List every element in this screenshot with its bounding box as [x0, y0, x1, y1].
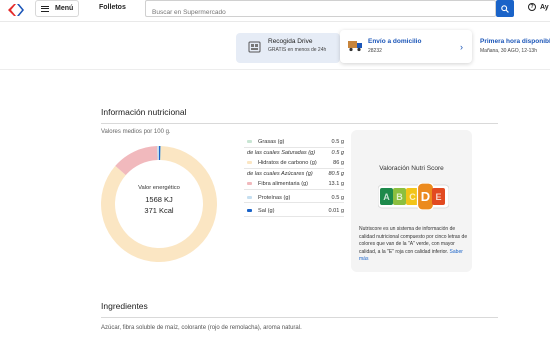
nutrient-subrow: de las cuales Azúcares (g) 80.5 g	[247, 170, 344, 177]
energy-kcal: 371 Kcal	[144, 206, 174, 215]
nutrient-row: Grasas (g) 0.5 g	[244, 137, 344, 148]
first-slot-time: Mañana, 30 AGO, 12-13h	[480, 48, 537, 54]
donut-slice	[115, 146, 158, 176]
top-bar: Menú Folletos ? Ay	[0, 0, 550, 22]
legend-swatch	[247, 161, 252, 164]
menu-button[interactable]: Menú	[35, 0, 79, 17]
chevron-right-icon[interactable]: ›	[460, 42, 463, 52]
nutrition-note: Valores medios por 100 g.	[101, 129, 171, 135]
first-slot[interactable]: Primera hora disponible Mañana, 30 AGO, …	[480, 38, 550, 54]
nutrient-row: Fibra alimentaria (g) 13.1 g	[244, 179, 344, 190]
pickup-option[interactable]: Recogida Drive GRATIS en menos de 24h	[236, 33, 340, 63]
legend-swatch	[247, 209, 252, 212]
nutriscore-title: Valoración Nutri Score	[379, 165, 444, 172]
search-input[interactable]	[146, 5, 495, 20]
legend-swatch	[247, 140, 252, 143]
search-button[interactable]	[496, 0, 514, 17]
menu-label: Menú	[55, 5, 74, 12]
first-slot-title: Primera hora disponible	[480, 38, 550, 45]
nutriscore-letter-a: A	[383, 192, 390, 202]
delivery-options: Recogida Drive GRATIS en menos de 24h En…	[0, 30, 550, 66]
home-delivery-title: Envío a domicilio	[368, 38, 422, 45]
energy-label: Valor energético	[138, 185, 180, 191]
nutrient-row: Sal (g) 0.01 g	[244, 206, 344, 217]
nutriscore-letter-b: B	[396, 192, 403, 202]
pickup-subtitle: GRATIS en menos de 24h	[268, 47, 327, 53]
nutriscore-card: Valoración Nutri Score ABCDE Nutriscore …	[351, 130, 472, 272]
divider	[0, 69, 550, 70]
legend-swatch	[247, 195, 252, 199]
nutriscore-description: Nutriscore es un sistema de información …	[359, 226, 468, 262]
postcode: 28232	[368, 48, 382, 54]
ingredients-title: Ingredientes	[101, 301, 148, 311]
nutrition-title: Información nutricional	[101, 107, 187, 117]
search-box[interactable]	[145, 0, 496, 20]
nutriscore-letter-e: E	[435, 192, 441, 202]
drive-locker-icon	[248, 41, 261, 53]
home-delivery-option[interactable]: Envío a domicilio 28232	[340, 30, 472, 63]
delivery-truck-icon	[348, 41, 362, 52]
divider	[101, 123, 498, 124]
carrefour-logo[interactable]	[6, 3, 24, 17]
help-icon: ?	[528, 3, 536, 11]
pickup-title: Recogida Drive	[268, 38, 313, 45]
ingredients-text: Azúcar, fibra soluble de maíz, colorante…	[101, 325, 302, 331]
nutriscore-letter-c: C	[409, 192, 416, 202]
nutrition-table: Grasas (g) 0.5 g de las cuales Saturadas…	[244, 137, 344, 217]
help-link[interactable]: ? Ay	[528, 3, 549, 11]
folletos-link[interactable]: Folletos	[99, 4, 126, 11]
nutrient-subrow: de las cuales Saturadas (g) 0.5 g	[247, 149, 344, 156]
search-icon	[501, 4, 509, 13]
energy-summary: Valor energético 1568 KJ 371 Kcal	[101, 185, 217, 215]
hamburger-icon	[41, 4, 49, 13]
nutriscore-letter-d: D	[421, 189, 430, 204]
nutrient-row: Hidratos de carbono (g) 86 g	[244, 158, 344, 169]
help-label: Ay	[540, 3, 549, 11]
legend-swatch	[247, 182, 252, 185]
energy-kj: 1568 KJ	[145, 195, 173, 204]
nutriscore-badge: ABCDE	[378, 183, 449, 210]
nutrient-row: Proteínas (g) 0.5 g	[244, 193, 344, 203]
divider	[101, 317, 498, 318]
